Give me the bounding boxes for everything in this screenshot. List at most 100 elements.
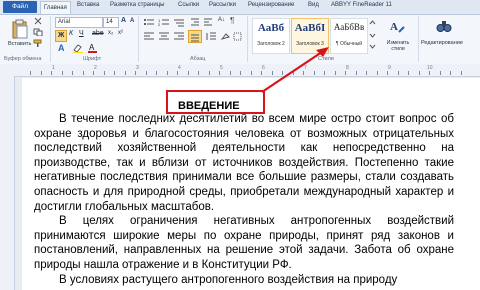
ruler-tick (187, 71, 189, 75)
ruler-tick (303, 71, 304, 75)
ruler-tick (250, 71, 252, 75)
ruler-tick (261, 71, 262, 75)
tab-insert[interactable]: Вставка (77, 2, 99, 8)
ruler-tick (198, 71, 199, 75)
group-separator (247, 16, 248, 62)
justify-icon (191, 34, 199, 42)
cut-icon[interactable] (33, 17, 43, 25)
ruler-tick (429, 71, 430, 75)
group-separator (418, 16, 419, 62)
ruler-tick (366, 71, 367, 75)
tab-home[interactable]: Главная (40, 1, 71, 14)
strikethrough-button[interactable]: abe (92, 30, 104, 37)
copy-icon[interactable] (33, 28, 43, 36)
editing-button[interactable]: Редактирование (421, 40, 463, 46)
ruler-tick (313, 71, 315, 75)
ruler-tick (72, 71, 73, 75)
decrease-indent-icon[interactable] (190, 18, 200, 27)
justify-button[interactable] (188, 30, 202, 43)
tab-mailings[interactable]: Рассылки (209, 2, 236, 8)
tab-references[interactable]: Ссылки (178, 2, 199, 8)
ruler-tick (439, 71, 441, 75)
bullets-icon[interactable] (143, 18, 155, 27)
ruler-tick (166, 71, 168, 75)
align-center-icon[interactable] (158, 32, 170, 41)
style-normal[interactable]: АаБбВв ¶ Обычный (330, 18, 368, 54)
svg-text:A: A (89, 43, 95, 52)
ruler-tick (30, 71, 31, 75)
heading-highlight-frame (166, 90, 265, 114)
tab-file[interactable]: Файл (3, 1, 37, 13)
ruler-tick (418, 71, 420, 75)
style-heading-3[interactable]: AaBбI Заголовок 3 (291, 18, 329, 54)
numbering-icon[interactable]: 12 (158, 18, 170, 27)
vertical-ruler[interactable] (0, 76, 15, 290)
bold-button[interactable]: Ж (55, 30, 67, 42)
highlight-icon[interactable] (72, 43, 84, 53)
sort-icon[interactable]: A↓ (218, 17, 225, 23)
ruler-tick (324, 71, 325, 75)
multilevel-list-icon[interactable] (173, 18, 185, 27)
ruler-tick (135, 71, 136, 75)
paragraph[interactable]: В течение последних десятилетий во всем … (34, 112, 454, 214)
shrink-font-icon[interactable]: A (130, 18, 134, 24)
binoculars-icon[interactable] (436, 18, 452, 34)
ruler-tick (460, 71, 462, 75)
borders-icon[interactable] (233, 32, 243, 41)
ruler-tick (229, 71, 231, 75)
ruler-tick (124, 71, 126, 75)
tab-page-layout[interactable]: Разметка страницы (110, 2, 164, 8)
paragraph-group-label: Абзац (190, 56, 206, 62)
document-body[interactable]: В течение последних десятилетий во всем … (34, 112, 454, 287)
style-heading-2[interactable]: AaBб Заголовок 2 (252, 18, 290, 54)
font-group-label: Шрифт (83, 56, 102, 62)
line-spacing-icon[interactable] (205, 32, 217, 41)
underline-button[interactable]: Ч (79, 30, 84, 37)
paragraph[interactable]: В условиях растущего антропогенного возд… (34, 273, 454, 288)
increase-indent-icon[interactable] (203, 18, 213, 27)
ruler-tick (93, 71, 94, 75)
text-effects-icon[interactable]: A (57, 43, 67, 53)
ruler-tick (219, 71, 220, 75)
horizontal-ruler[interactable]: 1 2 3 4 5 6 7 8 9 10 (0, 64, 480, 77)
ruler-tick (114, 71, 115, 75)
font-size-select[interactable]: 14 (103, 17, 119, 28)
change-styles-icon[interactable]: A (389, 18, 405, 36)
ruler-tick (82, 71, 84, 75)
ruler-tick (208, 71, 210, 75)
ruler-tick (450, 71, 451, 75)
tab-view[interactable]: Вид (308, 2, 319, 8)
font-color-icon[interactable]: A (88, 43, 98, 53)
tab-review[interactable]: Рецензирование (248, 2, 294, 8)
change-styles-button[interactable]: Изменить стили (383, 40, 413, 52)
ruler-tick (376, 71, 378, 75)
show-marks-icon[interactable]: ¶ (230, 16, 234, 25)
italic-button[interactable]: К (69, 30, 73, 37)
subscript-button[interactable]: x₂ (108, 30, 113, 36)
ruler-tick (156, 71, 157, 75)
superscript-button[interactable]: x² (118, 30, 123, 36)
align-right-icon[interactable] (173, 32, 185, 41)
paste-icon[interactable] (10, 18, 30, 40)
ruler-tick (282, 71, 283, 75)
ruler-tick (51, 71, 52, 75)
tab-abbyy[interactable]: ABBYY FineReader 11 (331, 2, 392, 8)
shading-icon[interactable] (220, 32, 232, 41)
grow-font-icon[interactable]: A (121, 17, 126, 24)
align-left-icon[interactable] (143, 32, 155, 41)
ruler-tick (408, 71, 409, 75)
paragraph[interactable]: В целях ограничения негативных антропоге… (34, 214, 454, 272)
ruler-tick (61, 71, 63, 75)
font-name-select[interactable]: Arial (55, 17, 103, 28)
paste-label[interactable]: Вставить (8, 41, 31, 47)
ruler-tick (397, 71, 399, 75)
ruler-tick (271, 71, 273, 75)
format-painter-icon[interactable] (33, 39, 43, 47)
group-separator (138, 16, 139, 62)
styles-scroll-icon[interactable] (369, 18, 376, 52)
ruler-tick (177, 71, 178, 75)
clipboard-group-label: Буфер обмена (4, 56, 42, 62)
ruler-tick (240, 71, 241, 75)
ruler-tick (345, 71, 346, 75)
ruler-tick (387, 71, 388, 75)
